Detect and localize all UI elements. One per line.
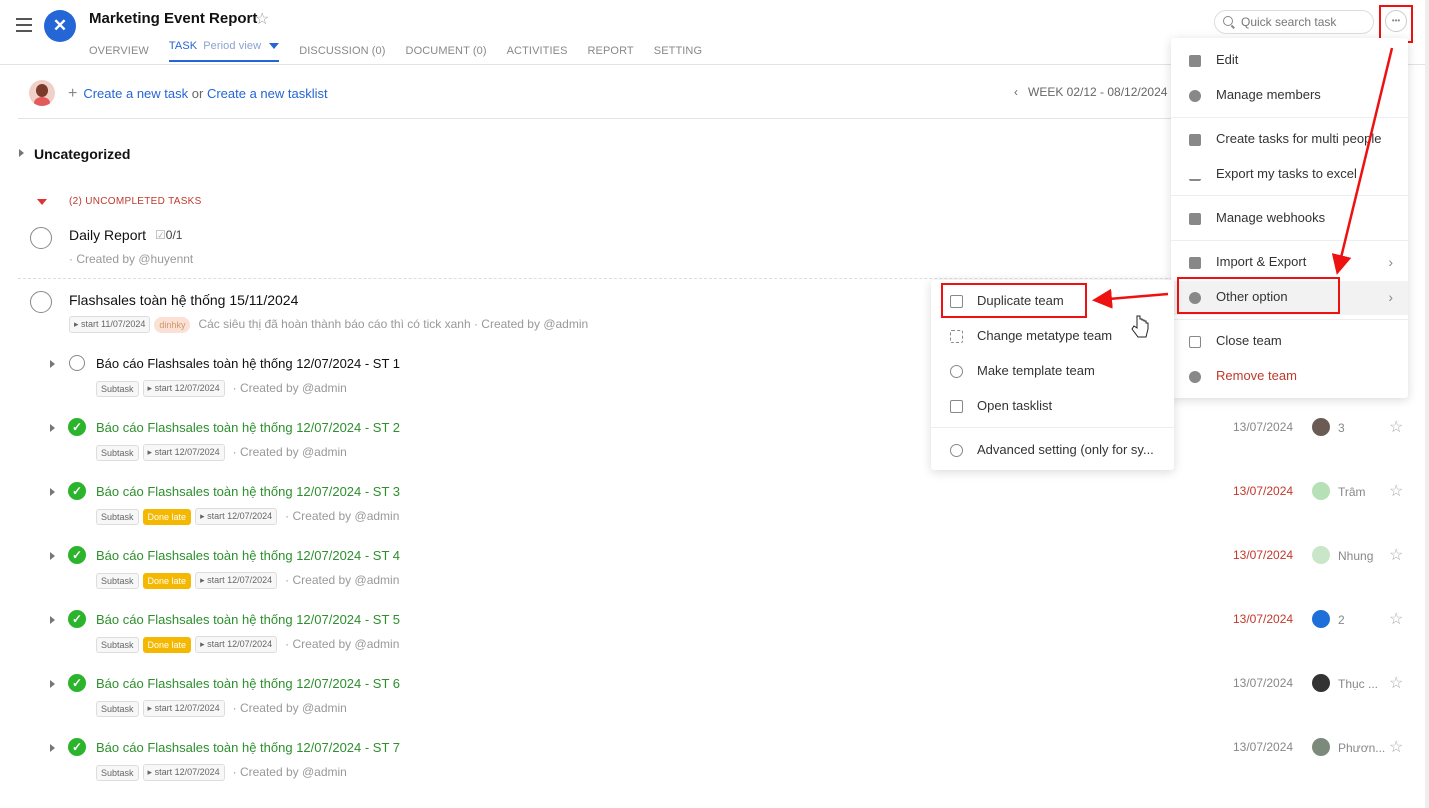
scrollbar[interactable]	[1425, 0, 1429, 808]
hand-cursor-icon	[1131, 315, 1149, 338]
annotation-arrows	[1092, 47, 1394, 338]
